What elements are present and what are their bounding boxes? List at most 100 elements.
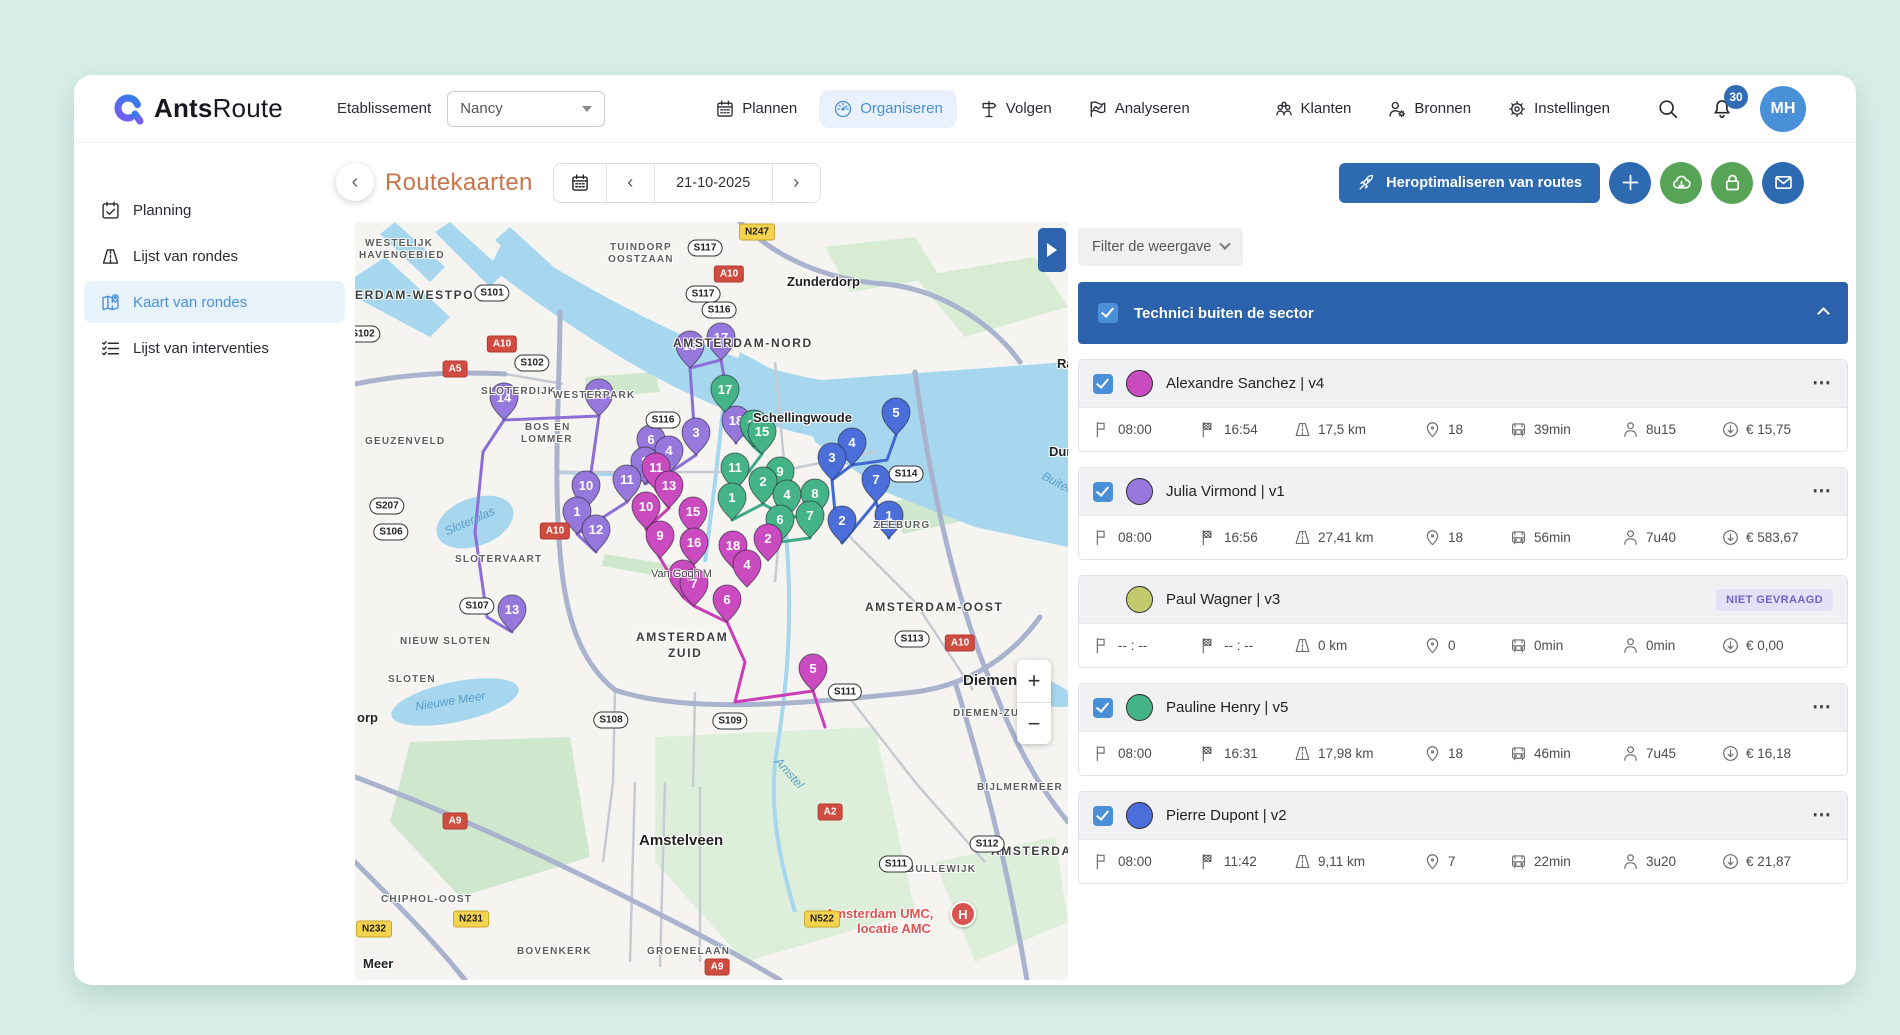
person-gear-icon xyxy=(1387,99,1407,119)
flag-chart-icon xyxy=(1088,99,1108,119)
expand-panel-button[interactable] xyxy=(1038,228,1066,272)
collapse-group-icon[interactable] xyxy=(1817,306,1830,320)
people-icon xyxy=(1274,99,1294,119)
technician-checkbox[interactable] xyxy=(1093,805,1113,826)
calendar-button[interactable] xyxy=(554,164,606,202)
add-button[interactable] xyxy=(1609,161,1651,204)
road-icon xyxy=(1293,852,1312,871)
establishment-value: Nancy xyxy=(460,100,503,117)
mail-button[interactable] xyxy=(1762,161,1804,204)
nav-item-instellingen[interactable]: Instellingen xyxy=(1493,90,1624,128)
collapse-sidebar-button[interactable]: ‹ xyxy=(336,163,374,201)
route-color-dot xyxy=(1126,370,1153,397)
nav-item-klanten[interactable]: Klanten xyxy=(1260,90,1366,128)
route-color-dot xyxy=(1126,802,1153,829)
row-menu-button[interactable]: ⋯ xyxy=(1812,372,1833,395)
routes-map[interactable]: 1617141518364811101121317181511921486711… xyxy=(355,222,1068,980)
pin-icon xyxy=(1423,636,1442,655)
row-menu-button[interactable]: ⋯ xyxy=(1812,696,1833,719)
cost-icon xyxy=(1721,636,1740,655)
cost-icon xyxy=(1721,852,1740,871)
svg-text:10: 10 xyxy=(579,478,593,493)
app-logo[interactable]: AntsRoute xyxy=(112,92,283,126)
row-menu-button[interactable]: ⋯ xyxy=(1812,804,1833,827)
start-flag-icon xyxy=(1093,636,1112,655)
svg-text:5: 5 xyxy=(809,661,816,676)
next-day-button[interactable]: › xyxy=(771,163,820,202)
start-flag-icon xyxy=(1093,420,1112,439)
nav-item-plannen[interactable]: Plannen xyxy=(701,90,811,128)
cloud-download-icon xyxy=(1671,172,1692,193)
technician-row: Paul Wagner | v3 NIET GEVRAAGD -- : -- -… xyxy=(1078,575,1848,668)
group-checkbox[interactable] xyxy=(1098,303,1118,323)
pin-icon xyxy=(1423,528,1442,547)
main-nav: Plannen Organiseren Volgen Analyseren xyxy=(701,89,1204,128)
vehicle-icon xyxy=(1509,420,1528,439)
calendar-icon xyxy=(570,173,590,193)
person-icon xyxy=(1621,852,1640,871)
zoom-out-button[interactable]: − xyxy=(1017,702,1051,744)
technician-row: Julia Virmond | v1 ⋯ 08:00 16:56 27,41 k… xyxy=(1078,467,1848,560)
technician-checkbox[interactable] xyxy=(1093,481,1113,502)
svg-text:13: 13 xyxy=(505,602,519,617)
sidebar-item-kaart-van-rondes[interactable]: Kaart van rondes xyxy=(84,281,345,323)
sidebar-item-lijst-van-rondes[interactable]: Lijst van rondes xyxy=(84,235,345,277)
technician-checkbox[interactable] xyxy=(1093,373,1113,394)
person-icon xyxy=(1621,420,1640,439)
antsroute-logo-icon xyxy=(114,94,144,124)
chevron-down-icon xyxy=(582,105,593,112)
cloud-download-button[interactable] xyxy=(1660,161,1702,204)
svg-text:1: 1 xyxy=(573,504,580,519)
sidebar: Planning Lijst van rondes Kaart van rond… xyxy=(74,143,355,985)
sidebar-item-planning[interactable]: Planning xyxy=(84,189,345,231)
top-navbar: AntsRoute Etablissement Nancy Plannen Or… xyxy=(74,75,1856,143)
technician-row: Alexandre Sanchez | v4 ⋯ 08:00 16:54 17,… xyxy=(1078,359,1848,452)
nav-item-bronnen[interactable]: Bronnen xyxy=(1373,90,1485,128)
route-color-dot xyxy=(1126,586,1153,613)
page-title: Routekaarten xyxy=(385,168,533,196)
establishment-select[interactable]: Nancy xyxy=(447,90,606,127)
svg-text:7: 7 xyxy=(690,576,697,591)
nav-item-organiseren[interactable]: Organiseren xyxy=(819,89,957,128)
nav-item-volgen[interactable]: Volgen xyxy=(965,90,1066,128)
svg-text:13: 13 xyxy=(662,478,676,493)
previous-day-button[interactable]: ‹ xyxy=(605,163,654,202)
vehicle-icon xyxy=(1509,636,1528,655)
svg-text:10: 10 xyxy=(639,499,653,514)
svg-text:2: 2 xyxy=(759,474,766,489)
svg-text:12: 12 xyxy=(589,522,603,537)
notifications-button[interactable]: 30 xyxy=(1704,84,1748,127)
svg-text:7: 7 xyxy=(872,472,879,487)
svg-text:2: 2 xyxy=(838,513,845,528)
lock-button[interactable] xyxy=(1711,161,1753,204)
sidebar-item-lijst-van-interventies[interactable]: Lijst van interventies xyxy=(84,327,345,369)
nav-right: Klanten Bronnen Instellingen 30 MH xyxy=(1260,84,1806,132)
road-icon xyxy=(1293,636,1312,655)
plus-icon xyxy=(1620,172,1641,193)
zoom-in-button[interactable]: + xyxy=(1017,660,1051,702)
notifications-badge: 30 xyxy=(1724,84,1748,109)
technician-checkbox[interactable] xyxy=(1093,697,1113,718)
user-avatar[interactable]: MH xyxy=(1760,85,1806,132)
finish-flag-icon xyxy=(1199,744,1218,763)
svg-text:17: 17 xyxy=(718,382,732,397)
row-menu-button[interactable]: ⋯ xyxy=(1812,480,1833,503)
search-button[interactable] xyxy=(1650,91,1686,127)
route-color-dot xyxy=(1126,478,1153,505)
search-icon xyxy=(1657,98,1679,120)
app-window: AntsRoute Etablissement Nancy Plannen Or… xyxy=(74,75,1856,985)
svg-text:4: 4 xyxy=(743,557,751,572)
svg-text:11: 11 xyxy=(649,460,663,475)
content-area: ‹ Routekaarten ‹ 21-10-2025 › Heroptimal… xyxy=(336,143,1856,985)
svg-text:5: 5 xyxy=(892,405,899,420)
filter-view-button[interactable]: Filter de weergave xyxy=(1078,228,1244,266)
start-flag-icon xyxy=(1093,744,1112,763)
reoptimize-routes-button[interactable]: Heroptimaliseren van routes xyxy=(1339,162,1600,203)
current-date[interactable]: 21-10-2025 xyxy=(653,163,772,202)
person-icon xyxy=(1621,744,1640,763)
pin-icon xyxy=(1423,744,1442,763)
gauge-icon xyxy=(833,99,853,119)
nav-item-analyseren[interactable]: Analyseren xyxy=(1074,90,1204,128)
svg-text:2: 2 xyxy=(764,531,771,546)
svg-text:8: 8 xyxy=(811,486,818,501)
